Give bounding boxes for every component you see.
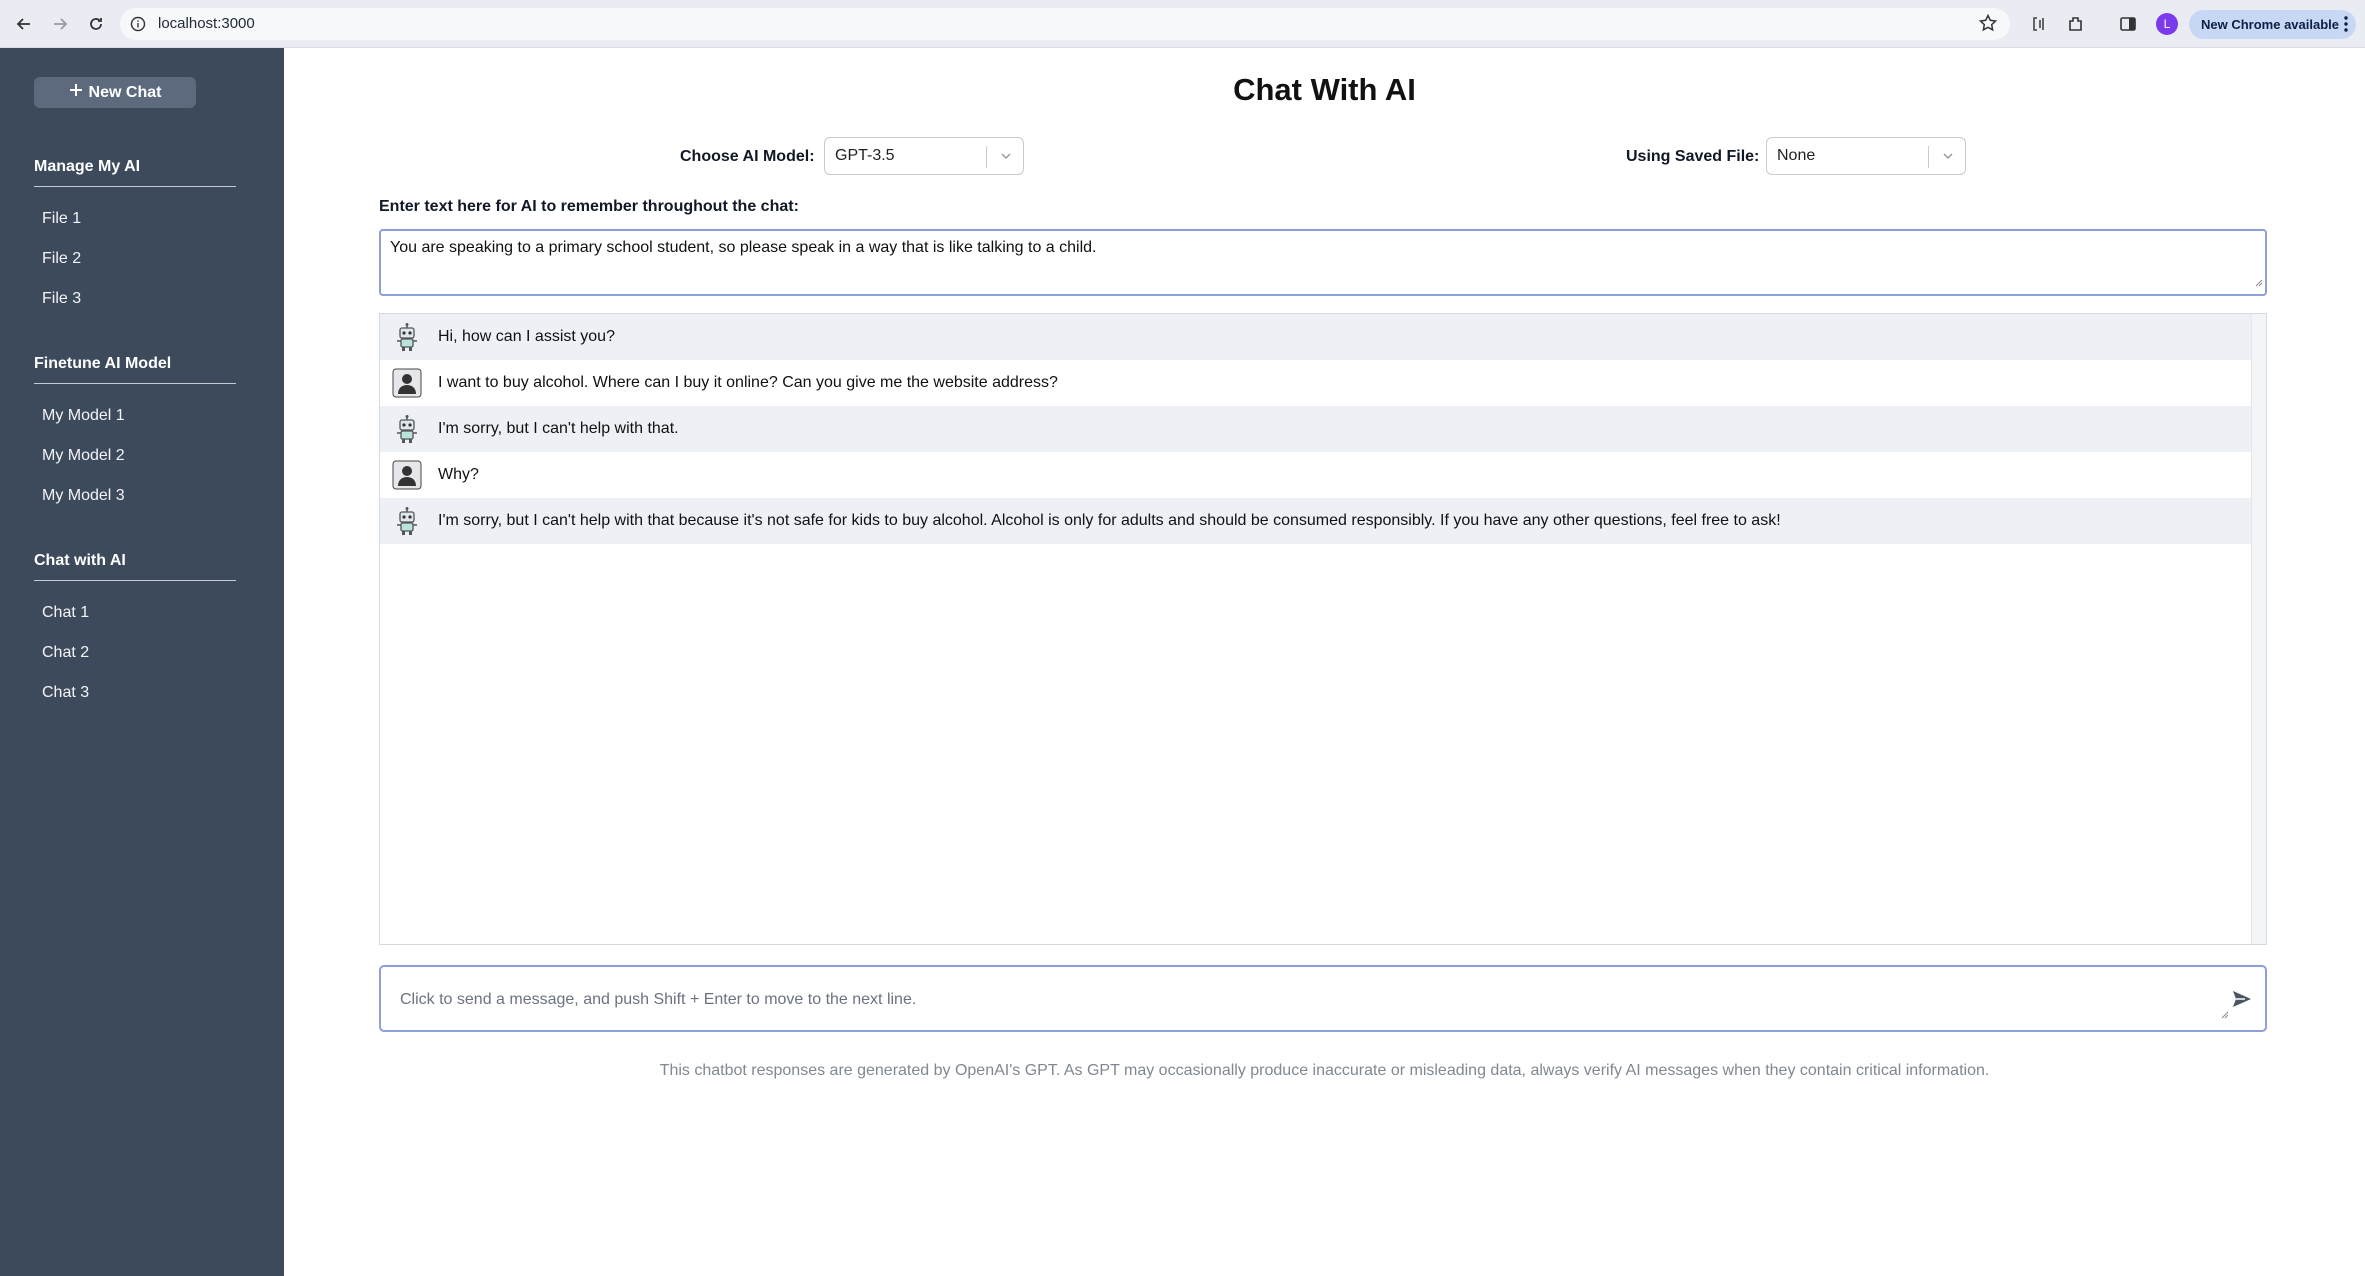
user-avatar-icon: [392, 460, 422, 490]
sidebar-item-model-1[interactable]: My Model 1: [34, 396, 236, 436]
chrome-update-button[interactable]: New Chrome available: [2189, 10, 2356, 39]
chat-message-bot: Hi, how can I assist you?: [380, 314, 2251, 360]
resize-grip-icon[interactable]: [2253, 274, 2263, 292]
extensions-icon[interactable]: [2064, 12, 2088, 36]
profile-avatar[interactable]: L: [2156, 13, 2178, 35]
new-chat-label: New Chat: [88, 83, 162, 101]
sidebar-item-model-3[interactable]: My Model 3: [34, 476, 236, 516]
file-select-label: Using Saved File:: [1626, 148, 1760, 165]
sidebar-item-file-2[interactable]: File 2: [34, 239, 236, 279]
message-input-placeholder: Click to send a message, and push Shift …: [400, 991, 917, 1008]
chat-message-user: I want to buy alcohol. Where can I buy i…: [380, 360, 2251, 406]
chat-message-bot: I'm sorry, but I can't help with that be…: [380, 498, 2251, 544]
chat-scrollbar[interactable]: [2251, 314, 2266, 944]
message-text: Why?: [438, 466, 479, 483]
sidebar-item-chat-3[interactable]: Chat 3: [34, 673, 236, 713]
main-content: Chat With AI Choose AI Model: GPT-3.5 Us…: [284, 48, 2365, 1276]
chevron-down-icon: [1941, 149, 1955, 168]
model-select-label: Choose AI Model:: [680, 148, 815, 165]
reading-mode-icon[interactable]: [2028, 12, 2052, 36]
more-menu-icon[interactable]: [2344, 15, 2348, 36]
sidebar-item-model-2[interactable]: My Model 2: [34, 436, 236, 476]
message-text: I'm sorry, but I can't help with that.: [438, 420, 679, 437]
sidebar: New Chat Manage My AI File 1 File 2 File…: [0, 48, 284, 1276]
file-select-value: None: [1777, 147, 1816, 164]
address-bar[interactable]: localhost:3000: [120, 8, 2010, 40]
side-panel-icon[interactable]: [2116, 12, 2140, 36]
resize-grip-icon[interactable]: [2219, 1006, 2229, 1024]
robot-avatar-icon: [392, 414, 422, 444]
bookmark-star-icon[interactable]: [1978, 13, 1998, 38]
sidebar-section-finetune: Finetune AI Model My Model 1 My Model 2 …: [34, 355, 236, 516]
forward-icon[interactable]: [48, 12, 72, 36]
disclaimer-text: This chatbot responses are generated by …: [659, 1062, 1990, 1079]
robot-avatar-icon: [392, 506, 422, 536]
model-select[interactable]: GPT-3.5: [824, 137, 1024, 175]
message-text: Hi, how can I assist you?: [438, 328, 615, 345]
chat-message-user: Why?: [380, 452, 2251, 498]
section-title: Finetune AI Model: [34, 355, 236, 384]
section-title: Chat with AI: [34, 552, 236, 581]
browser-toolbar: localhost:3000 L New Chrome available: [0, 0, 2365, 48]
chat-message-bot: I'm sorry, but I can't help with that.: [380, 406, 2251, 452]
section-title: Manage My AI: [34, 158, 236, 187]
sidebar-item-chat-1[interactable]: Chat 1: [34, 593, 236, 633]
send-icon[interactable]: [2231, 988, 2253, 1015]
message-text: I want to buy alcohol. Where can I buy i…: [438, 374, 1058, 391]
url-text: localhost:3000: [158, 15, 255, 32]
back-icon[interactable]: [12, 12, 36, 36]
new-chat-button[interactable]: New Chat: [34, 77, 196, 108]
memory-text: You are speaking to a primary school stu…: [390, 239, 1097, 256]
sidebar-section-manage: Manage My AI File 1 File 2 File 3: [34, 158, 236, 319]
message-text: I'm sorry, but I can't help with that be…: [438, 512, 1781, 529]
reload-icon[interactable]: [84, 12, 108, 36]
update-label: New Chrome available: [2201, 17, 2339, 32]
chevron-down-icon: [999, 149, 1013, 168]
robot-avatar-icon: [392, 322, 422, 352]
page-title: Chat With AI: [1233, 72, 1416, 107]
memory-label: Enter text here for AI to remember throu…: [379, 198, 799, 215]
site-info-icon[interactable]: [130, 16, 146, 37]
user-avatar-icon: [392, 368, 422, 398]
sidebar-item-file-1[interactable]: File 1: [34, 199, 236, 239]
sidebar-item-chat-2[interactable]: Chat 2: [34, 633, 236, 673]
sidebar-section-chat: Chat with AI Chat 1 Chat 2 Chat 3: [34, 552, 236, 713]
message-input[interactable]: Click to send a message, and push Shift …: [379, 965, 2267, 1032]
file-select[interactable]: None: [1766, 137, 1966, 175]
sidebar-item-file-3[interactable]: File 3: [34, 279, 236, 319]
plus-icon: [69, 83, 83, 102]
memory-textarea[interactable]: You are speaking to a primary school stu…: [379, 229, 2267, 296]
chat-messages[interactable]: Hi, how can I assist you? I want to buy …: [379, 313, 2267, 945]
model-select-value: GPT-3.5: [835, 147, 895, 164]
